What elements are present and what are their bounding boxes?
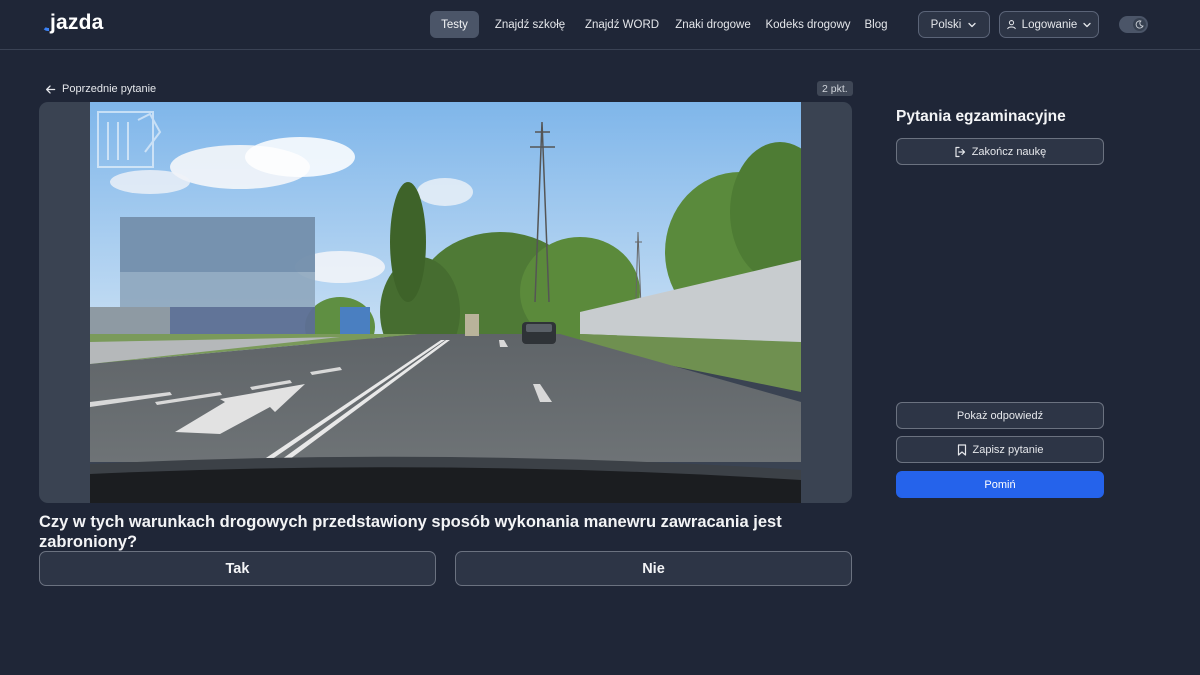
nav-item-kodeks-drogowy[interactable]: Kodeks drogowy: [759, 11, 857, 38]
answer-no-button[interactable]: Nie: [455, 551, 852, 586]
skip-button[interactable]: Pomiń: [896, 471, 1104, 498]
question-text: Czy w tych warunkach drogowych przedstaw…: [39, 513, 782, 551]
logo[interactable]: jazda: [42, 11, 104, 35]
question-media: [39, 102, 852, 503]
theme-toggle[interactable]: [1119, 16, 1148, 33]
answer-yes-button[interactable]: Tak: [39, 551, 436, 586]
nav-item-testy[interactable]: Testy: [430, 11, 479, 38]
arrow-left-icon: [46, 84, 56, 94]
previous-question-label: Poprzednie pytanie: [62, 83, 157, 95]
bookmark-icon: [957, 443, 966, 456]
show-answer-label: Pokaż odpowiedź: [956, 409, 1044, 422]
login-label: Logowanie: [1021, 18, 1078, 31]
nav-item-blog[interactable]: Blog: [857, 11, 895, 38]
points-badge: 2 pkt.: [817, 81, 853, 96]
finish-learning-label: Zakończ naukę: [971, 145, 1047, 158]
logo-text: jazda: [50, 11, 104, 34]
chevron-down-icon: [1083, 22, 1091, 27]
moon-icon: [1135, 20, 1144, 29]
previous-question-link[interactable]: Poprzednie pytanie: [45, 81, 156, 97]
language-label: Polski: [930, 18, 962, 31]
nav-item-znajdz-szkole[interactable]: Znajdź szkołę: [483, 11, 577, 38]
language-select[interactable]: Polski: [918, 11, 990, 38]
top-navbar: jazda Testy Znajdź szkołę Znajdź WORD Zn…: [0, 0, 1200, 50]
logo-mark: [42, 21, 49, 31]
logout-icon: [955, 146, 965, 157]
main-nav: Testy Znajdź szkołę Znajdź WORD Znaki dr…: [430, 11, 895, 38]
save-question-label: Zapisz pytanie: [972, 443, 1044, 456]
road-scene-image: [90, 102, 801, 503]
login-button[interactable]: Logowanie: [999, 11, 1099, 38]
show-answer-button[interactable]: Pokaż odpowiedź: [896, 402, 1104, 429]
finish-learning-button[interactable]: Zakończ naukę: [896, 138, 1104, 165]
chevron-down-icon: [968, 22, 976, 27]
nav-item-znajdz-word[interactable]: Znajdź WORD: [577, 11, 667, 38]
sidebar-title: Pytania egzaminacyjne: [896, 108, 1066, 125]
skip-label: Pomiń: [984, 478, 1016, 491]
road-scene-illustration: [90, 102, 801, 503]
toggle-knob: [1133, 18, 1146, 31]
nav-item-znaki-drogowe[interactable]: Znaki drogowe: [667, 11, 759, 38]
save-question-button[interactable]: Zapisz pytanie: [896, 436, 1104, 463]
user-icon: [1006, 20, 1016, 30]
